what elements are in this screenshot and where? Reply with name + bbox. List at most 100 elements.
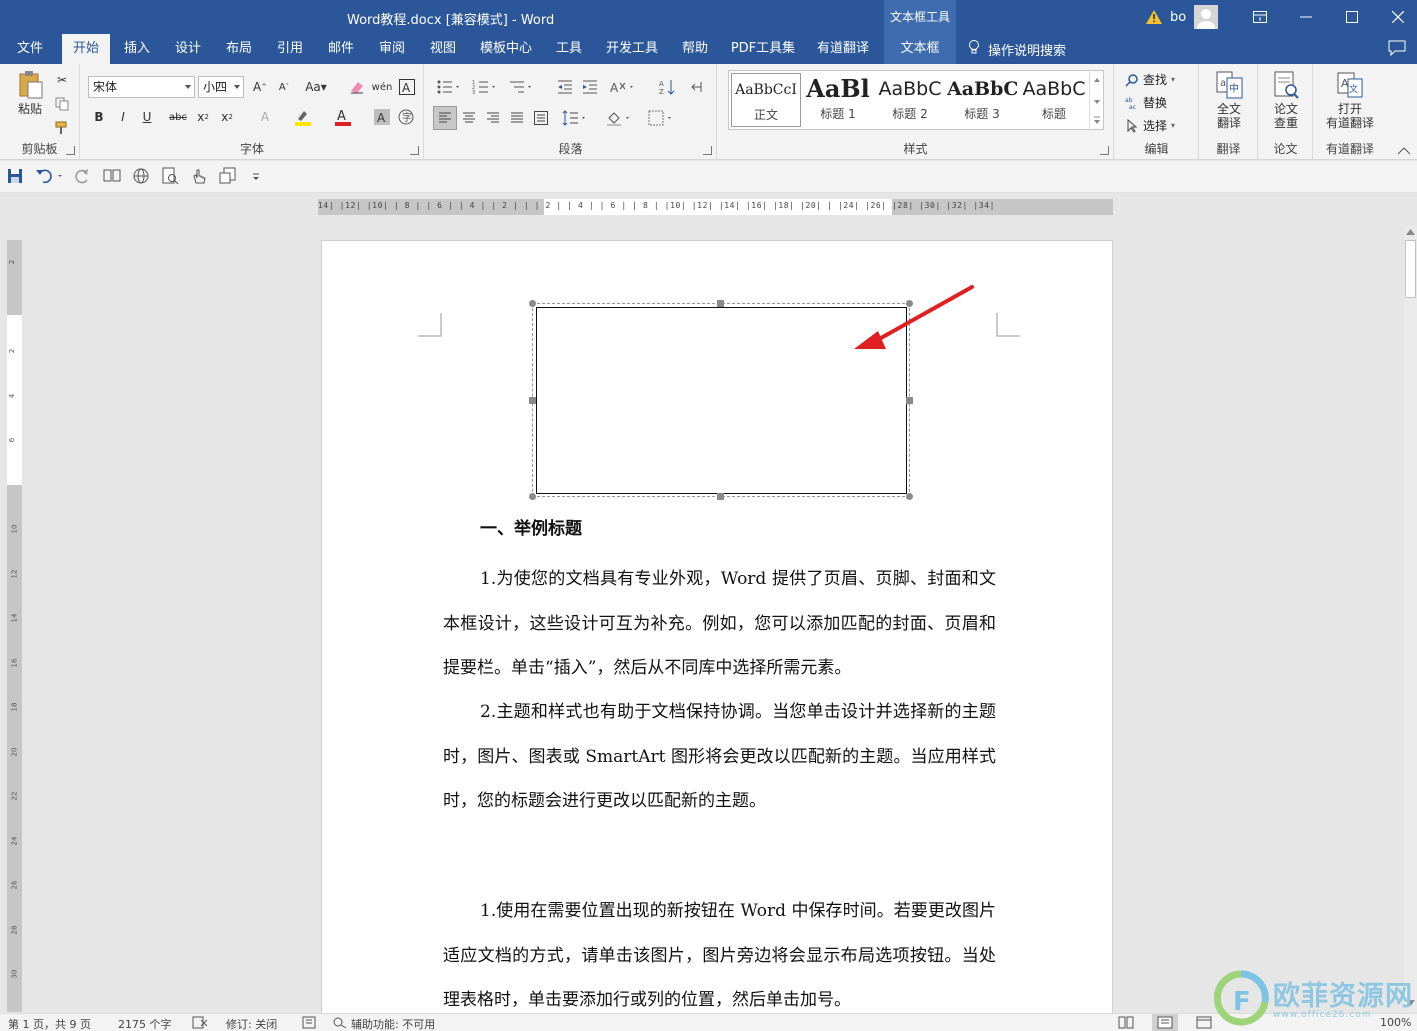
accessibility-status[interactable]: 辅助功能: 不可用: [351, 1016, 435, 1031]
word-count[interactable]: 2175 个字: [118, 1016, 172, 1031]
format-painter-icon[interactable]: [52, 118, 72, 138]
sort-icon[interactable]: AZ: [657, 77, 677, 97]
minimize-button[interactable]: [1283, 0, 1329, 34]
tab-design[interactable]: 设计: [166, 34, 210, 64]
highlight-icon[interactable]: [293, 107, 313, 127]
grow-font-icon[interactable]: A ^: [250, 77, 270, 97]
line-spacing-icon[interactable]: [561, 108, 589, 128]
tab-view[interactable]: 视图: [421, 34, 465, 64]
customize-qat-icon[interactable]: [250, 167, 264, 187]
cut-icon[interactable]: ✂: [52, 70, 72, 90]
shrink-font-icon[interactable]: Aˇ: [274, 77, 294, 97]
font-color-icon[interactable]: A: [333, 107, 353, 127]
style-title[interactable]: AaBbC 标题: [1019, 73, 1089, 127]
increase-indent-icon[interactable]: [580, 77, 600, 97]
resize-handle-r[interactable]: [906, 397, 913, 404]
enclose-characters-icon[interactable]: 字: [396, 107, 416, 127]
tab-textbox[interactable]: 文本框: [884, 34, 956, 64]
user-name[interactable]: bo: [1170, 10, 1186, 25]
change-case-icon[interactable]: Aa▾: [303, 77, 329, 97]
maximize-button[interactable]: [1329, 0, 1375, 34]
style-heading-1[interactable]: AaBl 标题 1: [803, 73, 873, 127]
document-page[interactable]: 一、举例标题 1.为使您的文档具有专业外观，Word 提供了页眉、页脚、封面和文…: [321, 240, 1113, 1020]
find-button[interactable]: 查找 ▾: [1125, 71, 1175, 88]
style-heading-3[interactable]: AaBbC 标题 3: [947, 73, 1017, 127]
full-text-translate-button[interactable]: a中 全文 翻译: [1204, 70, 1254, 130]
vertical-scrollbar[interactable]: [1404, 226, 1417, 1012]
select-button[interactable]: 选择 ▾: [1125, 117, 1175, 134]
save-icon[interactable]: [6, 167, 28, 187]
replace-button[interactable]: ab ac 替换: [1125, 94, 1167, 111]
shading-icon[interactable]: [605, 108, 633, 128]
accessibility-icon[interactable]: [332, 1016, 348, 1031]
borders-icon[interactable]: [647, 108, 675, 128]
tab-template-center[interactable]: 模板中心: [474, 34, 538, 64]
tell-me-search[interactable]: 操作说明搜索: [968, 34, 1066, 64]
open-youdao-button[interactable]: A文 打开 有道翻译: [1318, 70, 1382, 130]
font-size-select[interactable]: 小四: [198, 76, 244, 98]
styles-launcher[interactable]: [1100, 146, 1109, 155]
macro-icon[interactable]: [302, 1016, 316, 1031]
collapse-ribbon-icon[interactable]: [1397, 144, 1411, 158]
distributed-icon[interactable]: [531, 108, 551, 128]
align-center-icon[interactable]: [459, 108, 479, 128]
clear-formatting-icon[interactable]: [347, 77, 367, 97]
print-preview-icon[interactable]: [161, 167, 183, 187]
undo-icon[interactable]: [34, 167, 68, 187]
chinese-layout-icon[interactable]: A: [609, 77, 637, 97]
avatar[interactable]: [1194, 5, 1219, 29]
resize-handle-br[interactable]: [906, 493, 913, 500]
clipboard-launcher[interactable]: [66, 146, 75, 155]
user-area[interactable]: bo: [1146, 5, 1219, 29]
styles-gallery-scroll[interactable]: [1089, 71, 1103, 129]
resize-handle-l[interactable]: [529, 397, 536, 404]
read-mode-icon[interactable]: [103, 167, 125, 187]
phonetic-guide-icon[interactable]: wén: [372, 77, 393, 97]
underline-icon[interactable]: U: [137, 107, 157, 127]
paragraph-launcher[interactable]: [703, 146, 712, 155]
character-border-icon[interactable]: A: [397, 77, 417, 97]
font-launcher[interactable]: [410, 146, 419, 155]
tab-review[interactable]: 审阅: [370, 34, 414, 64]
tab-insert[interactable]: 插入: [115, 34, 159, 64]
style-heading-2[interactable]: AaBbC 标题 2: [875, 73, 945, 127]
web-layout-icon[interactable]: [132, 167, 154, 187]
resize-handle-bl[interactable]: [529, 493, 536, 500]
show-marks-icon[interactable]: [687, 77, 707, 97]
scrollbar-thumb[interactable]: [1405, 240, 1416, 298]
warning-icon[interactable]: [1146, 10, 1162, 24]
align-right-icon[interactable]: [483, 108, 503, 128]
tab-home[interactable]: 开始: [62, 34, 110, 64]
justify-icon[interactable]: [507, 108, 527, 128]
character-shading-icon[interactable]: A: [372, 107, 392, 127]
copy-icon[interactable]: [52, 94, 72, 114]
tab-developer[interactable]: 开发工具: [600, 34, 664, 64]
subscript-icon[interactable]: x2: [193, 107, 213, 127]
comments-icon[interactable]: [1388, 40, 1408, 58]
strikethrough-icon[interactable]: abc: [165, 107, 191, 127]
resize-handle-t[interactable]: [717, 300, 724, 307]
style-normal[interactable]: AaBbCcI 正文: [731, 73, 801, 127]
new-document-icon[interactable]: [219, 167, 241, 187]
bold-icon[interactable]: B: [89, 107, 109, 127]
proofing-icon[interactable]: [192, 1016, 208, 1031]
horizontal-ruler[interactable]: 14| |12| |10| | 8 | | 6 | | 4 | | 2 | | …: [318, 199, 1113, 215]
ribbon-display-options-button[interactable]: [1237, 0, 1283, 34]
redo-icon[interactable]: [74, 167, 96, 187]
tab-references[interactable]: 引用: [268, 34, 312, 64]
web-layout-view-icon[interactable]: [1196, 1016, 1212, 1031]
close-button[interactable]: [1375, 0, 1417, 34]
vertical-ruler[interactable]: 2 2 4 6 10 12 14 16 18 20 22 24 26 28 30: [7, 240, 22, 1012]
tab-help[interactable]: 帮助: [673, 34, 717, 64]
multilevel-list-icon[interactable]: [507, 77, 535, 97]
resize-handle-b[interactable]: [717, 493, 724, 500]
tab-mailings[interactable]: 邮件: [319, 34, 363, 64]
tab-youdao[interactable]: 有道翻译: [810, 34, 876, 64]
italic-icon[interactable]: I: [113, 107, 133, 127]
superscript-icon[interactable]: x2: [217, 107, 237, 127]
paste-button[interactable]: 粘贴: [10, 70, 50, 116]
align-left-icon[interactable]: [433, 106, 457, 130]
tab-file[interactable]: 文件: [8, 34, 52, 64]
track-changes-status[interactable]: 修订: 关闭: [226, 1016, 277, 1031]
paper-check-button[interactable]: 论文 查重: [1263, 70, 1309, 130]
